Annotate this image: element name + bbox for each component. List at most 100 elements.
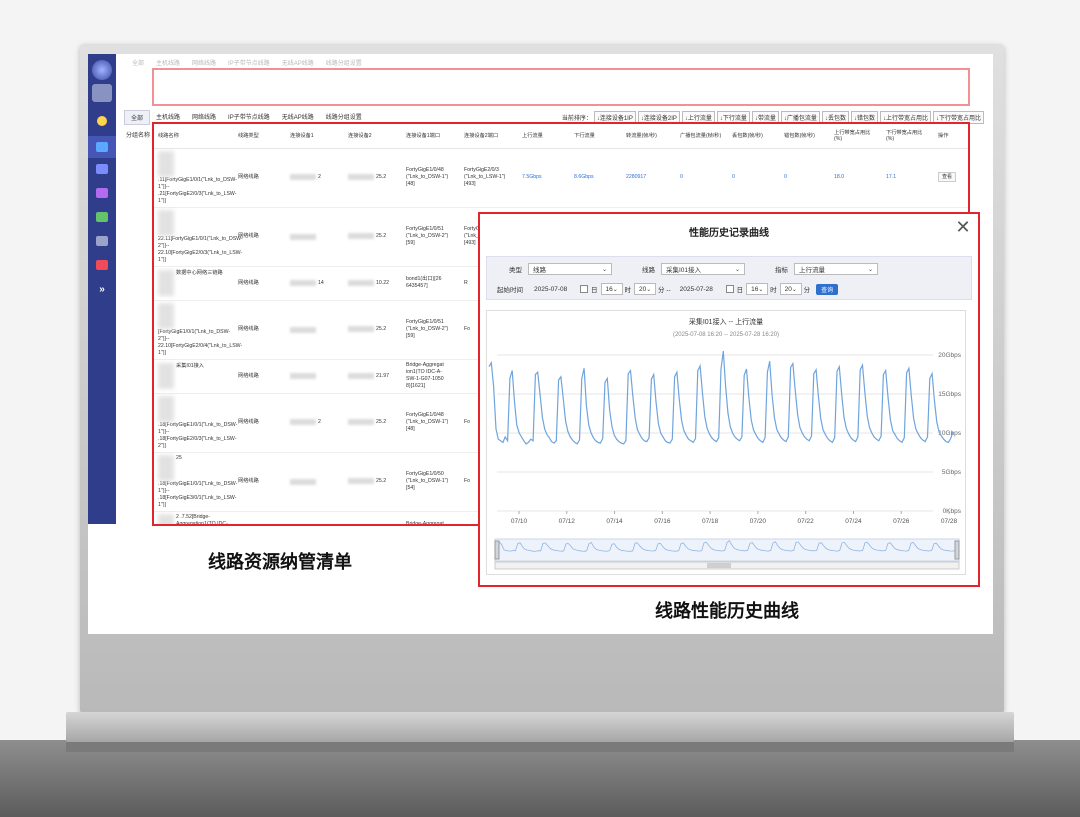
sidebar-item-topology[interactable]: [88, 136, 116, 158]
column-header[interactable]: 转流量(帧/秒): [622, 124, 676, 149]
column-header[interactable]: 上行流量: [518, 124, 570, 149]
ghost-tabs: 全部 主机线路 网络线路 IP子带节点线路 无线AP线路 线路分组设置: [124, 56, 984, 68]
calendar-icon[interactable]: [725, 285, 734, 293]
table-header-row: 线路名称 线路类型 连接设备1 连接设备2 连接设备1端口 连接设备2端口 上行流量 下行流量…: [154, 124, 968, 149]
start-date-input[interactable]: 2025-07-08: [529, 283, 577, 295]
column-header[interactable]: 下行带宽占用比(%): [882, 124, 934, 149]
column-header[interactable]: 线路类型: [234, 124, 286, 149]
cell-text: 网络线路: [238, 372, 259, 379]
tab-0[interactable]: 全部: [124, 109, 151, 125]
line-select[interactable]: 采集I01接入 ⌄: [661, 263, 745, 275]
cell-text: 0: [680, 174, 683, 181]
column-header[interactable]: 广播包流量(帧/秒): [676, 124, 728, 149]
cell-text: 25.2: [376, 174, 387, 181]
line-label: 线路: [642, 267, 655, 274]
double-chevron-right-icon: »: [99, 283, 105, 295]
cell-dev2: 25.2: [344, 393, 402, 453]
type-select-value: 线路: [533, 267, 546, 274]
column-header[interactable]: 上行带宽占用比(%): [830, 124, 882, 149]
gear-icon: [96, 260, 108, 270]
view-button[interactable]: 查看: [938, 172, 957, 183]
column-header[interactable]: 连接设备1: [286, 124, 344, 149]
hour-unit-end: 时: [770, 287, 777, 294]
column-header[interactable]: 线路名称: [154, 124, 234, 149]
redacted-mask: [348, 372, 374, 379]
cell-text: 网络线路: [238, 478, 259, 485]
home-icon[interactable]: [92, 84, 112, 102]
column-header[interactable]: 丢包数(帧/秒): [728, 124, 780, 149]
cell-frames: 2280917: [622, 148, 676, 208]
cell-text[interactable]: .18[FortyGigE1/0/1("Lnk_to_DSW-1")]-- .1…: [158, 422, 237, 449]
cell-text: 2: [318, 419, 321, 426]
monitor-stand: [66, 712, 1014, 742]
redacted-mask: [158, 454, 174, 481]
chevron-down-icon: ⌄: [601, 266, 607, 273]
sidebar-item-settings[interactable]: [88, 254, 116, 276]
cell-text: 2: [318, 174, 321, 181]
day-unit-end: 日: [736, 287, 744, 294]
sidebar-item-dashboard[interactable]: [88, 110, 116, 132]
grid-icon: [96, 212, 108, 222]
x-tick-label: 07/14: [606, 518, 623, 525]
cell-text[interactable]: 8.6Gbps: [574, 174, 594, 180]
network-icon: [96, 164, 108, 174]
column-header[interactable]: 下行流量: [570, 124, 622, 149]
sidebar-item-network[interactable]: [88, 158, 116, 180]
cell-text[interactable]: .11[FortyGigE1/0/1("Lnk_to_DSW-1")]-- .2…: [158, 177, 237, 204]
type-label: 类型: [509, 267, 522, 274]
query-button[interactable]: 查询: [816, 283, 839, 295]
start-min-select[interactable]: 20 ⌄: [634, 283, 656, 295]
cell-text: Bridge-Aggregat ion1(TO IDC-A- SW-1-G07-…: [406, 362, 444, 390]
sidebar: »: [88, 54, 116, 524]
metric-select[interactable]: 上行流量 ⌄: [794, 263, 878, 275]
cell-type: 网络线路: [234, 452, 286, 512]
minute-unit: 分 --: [658, 287, 671, 294]
filter-row-1: 类型 线路 ⌄ 线路 采集I01接入 ⌄ 指标 上行流量 ⌄: [487, 261, 971, 277]
table-row[interactable]: .11[FortyGigE1/0/1("Lnk_to_DSW-1")]-- .2…: [154, 148, 968, 208]
redacted-mask: [158, 395, 174, 422]
line-select-value: 采集I01接入: [666, 267, 702, 274]
sidebar-expand-button[interactable]: »: [88, 278, 116, 300]
calendar-icon[interactable]: [580, 285, 588, 293]
sidebar-item-reports[interactable]: [88, 230, 116, 252]
chevron-down-icon: ⌄: [867, 266, 873, 273]
cell-bcast: 0: [676, 148, 728, 208]
end-hour-select[interactable]: 16 ⌄: [746, 283, 769, 295]
cell-text[interactable]: 2280917: [626, 174, 646, 180]
cell-dev2: 25.2: [344, 148, 402, 208]
column-header[interactable]: 连接设备1端口: [402, 124, 460, 149]
redacted-mask: [158, 513, 174, 524]
column-header[interactable]: 操作: [934, 124, 968, 149]
x-tick-label: 07/26: [893, 518, 910, 525]
cell-type: 网络线路: [234, 148, 286, 208]
cell-dev1: 14: [286, 266, 344, 301]
sidebar-item-monitor[interactable]: [88, 182, 116, 204]
cell-text[interactable]: 数据中心网络三链路: [176, 270, 223, 276]
cell-text: FortyGigE1/0/50 ("Lnk_to_DSW-1")[54]: [406, 471, 449, 492]
chevron-down-icon: ⌄: [791, 286, 797, 293]
column-header[interactable]: 连接设备2: [344, 124, 402, 149]
column-header[interactable]: 错包数(帧/秒): [780, 124, 830, 149]
cell-text: 网络线路: [238, 419, 259, 426]
cell-text[interactable]: [FortyGigE1/0/1("Lnk_to_DSW-2")]-- 22.10…: [158, 329, 242, 356]
start-hour-select[interactable]: 16 ⌄: [600, 283, 623, 295]
cell-down: 8.6Gbps: [570, 148, 622, 208]
redacted-mask: [290, 419, 316, 426]
column-header[interactable]: 连接设备2端口: [460, 124, 518, 149]
cell-drop: 0: [728, 148, 780, 208]
cell-text[interactable]: 采集I01接入: [176, 363, 204, 369]
end-min-select[interactable]: 20 ⌄: [779, 283, 802, 295]
type-select[interactable]: 线路 ⌄: [528, 263, 612, 275]
cell-text[interactable]: 7.5Gbps: [522, 174, 542, 180]
cell-port2: FortyGigE2/0/3 ("Lnk_to_LSW-1")[493]: [460, 148, 518, 208]
x-tick-label: 07/24: [845, 518, 862, 525]
cell-text[interactable]: 22.11[FortyGigE1/0/1("Lnk_to_DSW-2")]-- …: [158, 236, 243, 263]
x-tick-label: 07/16: [654, 518, 671, 525]
sidebar-item-devices[interactable]: [88, 206, 116, 228]
bulb-icon: [97, 116, 107, 126]
end-date-input[interactable]: 2025-07-28: [675, 283, 723, 295]
y-tick-label: 15Gbps: [938, 391, 962, 398]
cell-up: 7.5Gbps: [518, 148, 570, 208]
cell-err: 0: [780, 148, 830, 208]
redacted-mask: [348, 478, 374, 485]
